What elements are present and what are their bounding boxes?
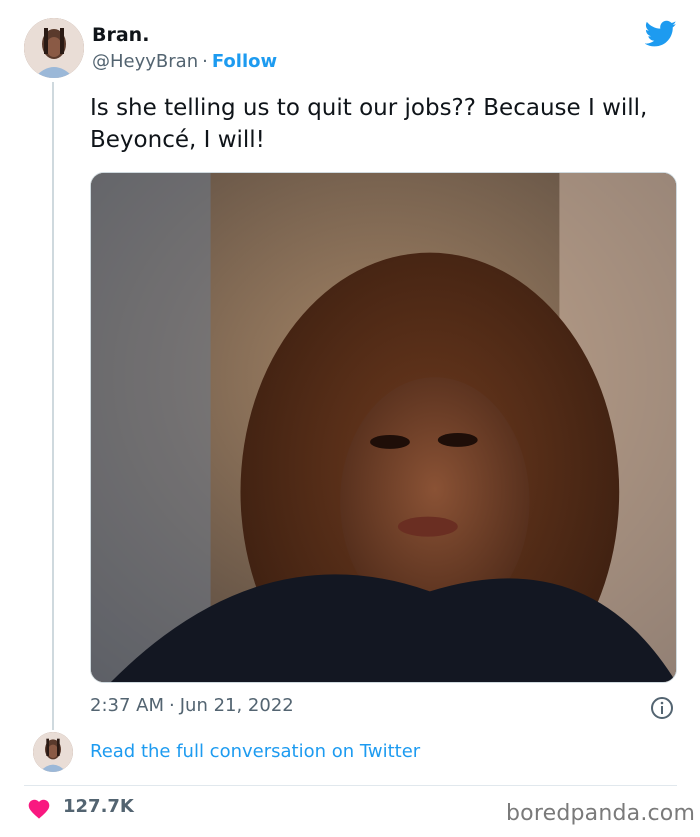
watermark: boredpanda.com [506, 801, 696, 826]
timestamp-separator: · [169, 695, 175, 716]
read-conversation-link[interactable]: Read the full conversation on Twitter [90, 741, 420, 762]
follow-button[interactable]: Follow [212, 51, 277, 72]
info-icon[interactable] [650, 696, 674, 720]
conversation-avatar[interactable] [33, 732, 73, 772]
heart-icon[interactable] [27, 797, 51, 819]
twitter-bird-icon[interactable] [645, 20, 677, 48]
tweet-time: 2:37 AM [90, 695, 164, 716]
tweet-date: Jun 21, 2022 [179, 695, 294, 716]
tweet-text: Is she telling us to quit our jobs?? Bec… [90, 95, 648, 153]
author-avatar[interactable] [24, 18, 84, 78]
tweet-timestamp[interactable]: 2:37 AM · Jun 21, 2022 [90, 695, 294, 716]
author-name[interactable]: Bran. [92, 24, 149, 46]
author-handle-row: @HeyyBran · Follow [92, 51, 277, 72]
divider [24, 785, 677, 786]
author-handle[interactable]: @HeyyBran [92, 51, 198, 72]
tweet-image[interactable] [90, 172, 677, 683]
thread-line [52, 82, 54, 730]
handle-separator: · [202, 51, 208, 72]
tweet-card: Bran. @HeyyBran · Follow Is she telling us… [0, 0, 700, 837]
like-count[interactable]: 127.7K [63, 796, 134, 817]
